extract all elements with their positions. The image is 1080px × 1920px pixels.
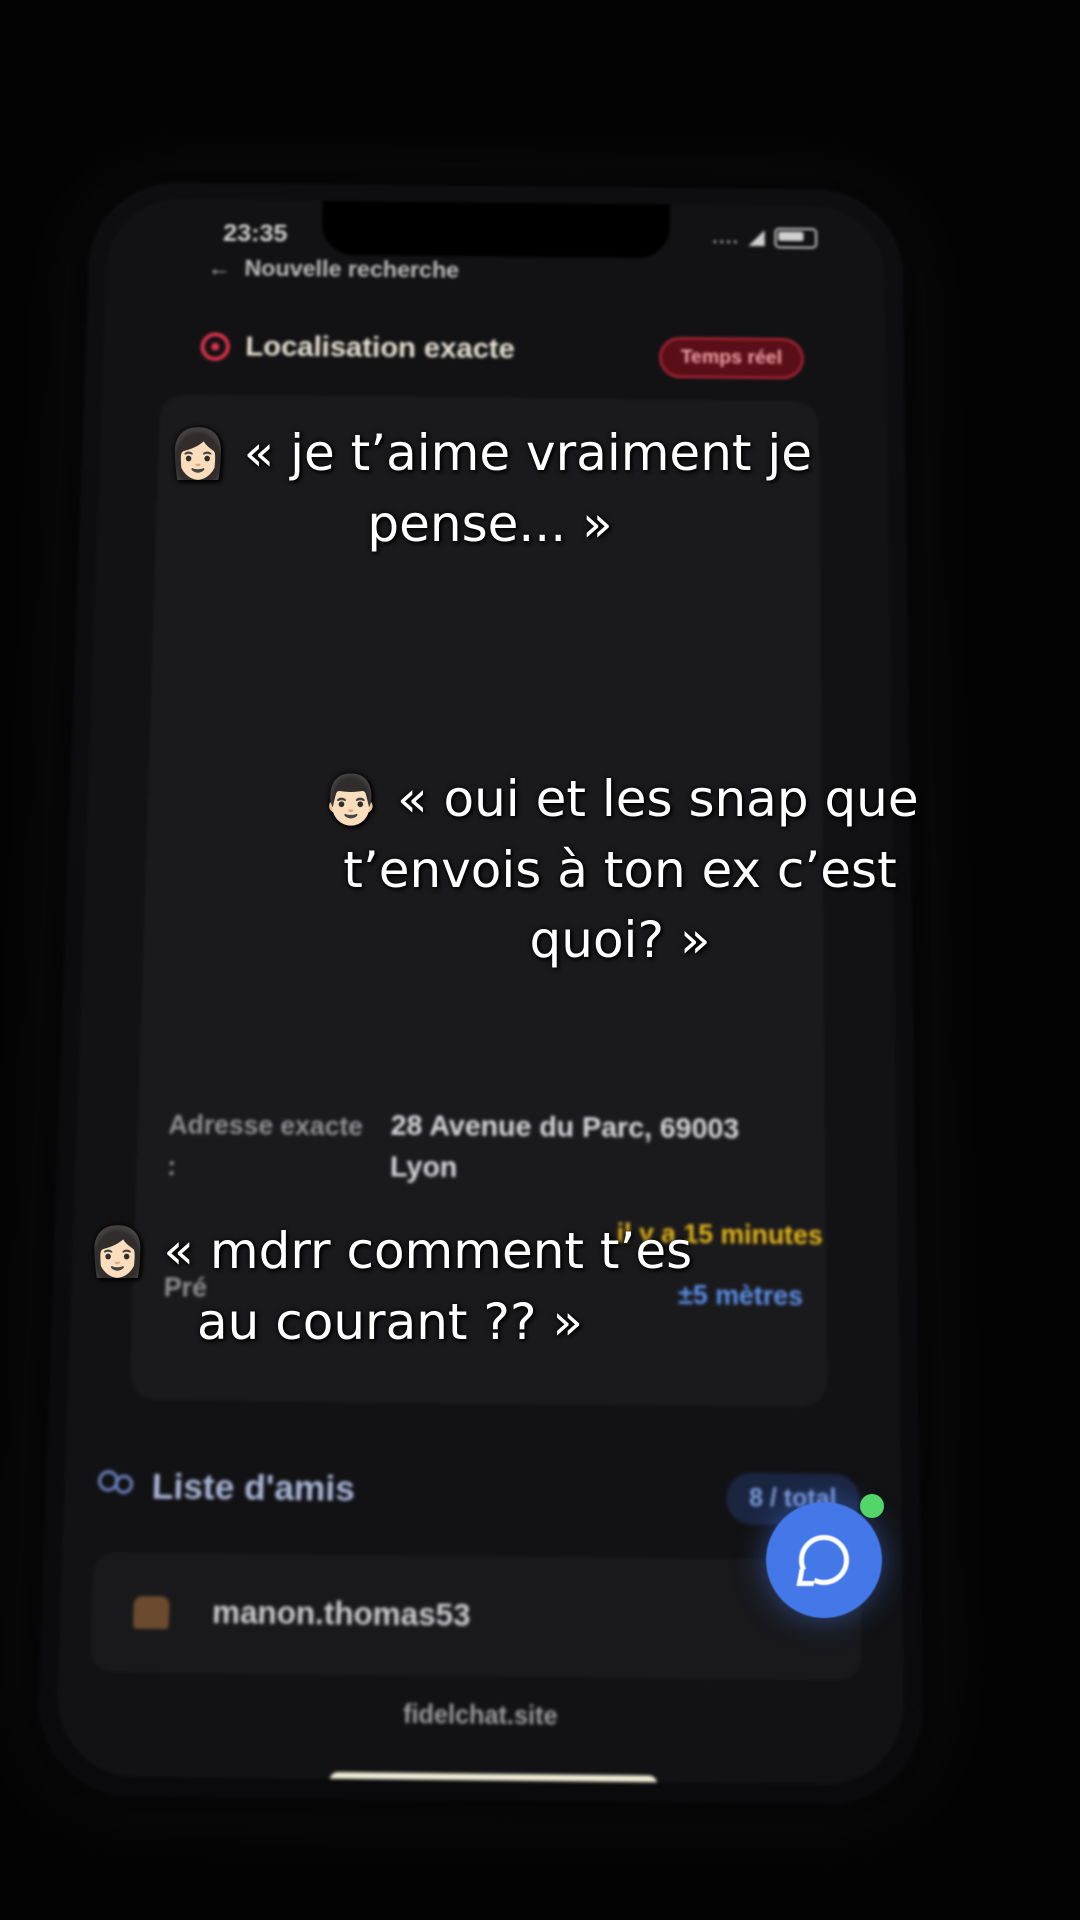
location-section-header: Localisation exacte [200,331,515,366]
caption-2: 👨🏻 « oui et les snap que t’envois à ton … [290,764,950,975]
caption-1: 👩🏻 « je t’aime vraiment je pense... » [150,418,830,559]
caption-1-line-2: pense... » [367,495,613,553]
home-indicator[interactable] [329,1771,658,1786]
signal-icon: .... [711,225,739,249]
address-value-city: Lyon [389,1150,458,1184]
users-icon [95,1469,138,1504]
address-label: Adresse exacte [168,1108,364,1142]
woman-emoji-icon: 👩🏻 [167,426,228,482]
back-arrow-icon: ← [207,255,232,282]
back-label: Nouvelle recherche [244,255,460,284]
address-value: 28 Avenue du Parc, 69003 [390,1108,740,1145]
man-emoji-icon: 👨🏻 [321,772,382,828]
caption-3: 👩🏻 « mdrr comment t’es au courant ?? » [70,1216,710,1357]
online-status-dot [860,1494,884,1518]
chat-bubble-icon [799,1535,849,1585]
address-label-colon: : [166,1149,177,1182]
woman-emoji-icon: 👩🏻 [87,1224,148,1280]
status-time: 23:35 [222,218,288,248]
video-frame: 23:35 .... ◢ ← Nouvelle recherche Locali… [0,0,1080,1920]
location-title: Localisation exacte [245,330,516,365]
caption-1-line-1: « je t’aime vraiment je [243,424,813,482]
status-icons: .... ◢ [711,225,818,250]
location-pin-icon [200,332,231,361]
caption-2-line-3: quoi? » [529,911,711,969]
chat-button[interactable] [766,1502,882,1618]
realtime-badge: Temps réel [659,337,804,380]
caption-3-line-1: « mdrr comment t’es [163,1222,693,1280]
battery-icon [774,227,818,249]
friends-header: Liste d'amis [95,1466,355,1511]
avatar [133,1595,170,1630]
wifi-icon: ◢ [748,225,765,250]
caption-3-line-2: au courant ?? » [197,1293,583,1351]
footer-domain[interactable]: fidelchat.site [56,1696,904,1736]
notch [321,200,671,259]
list-item[interactable]: manon.thomas53 [89,1552,862,1681]
caption-2-line-1: « oui et les snap que [397,770,919,828]
caption-2-line-2: t’envois à ton ex c’est [343,841,897,899]
friend-username: manon.thomas53 [211,1594,471,1634]
friends-title: Liste d'amis [151,1466,356,1510]
back-button[interactable]: ← Nouvelle recherche [207,256,459,285]
